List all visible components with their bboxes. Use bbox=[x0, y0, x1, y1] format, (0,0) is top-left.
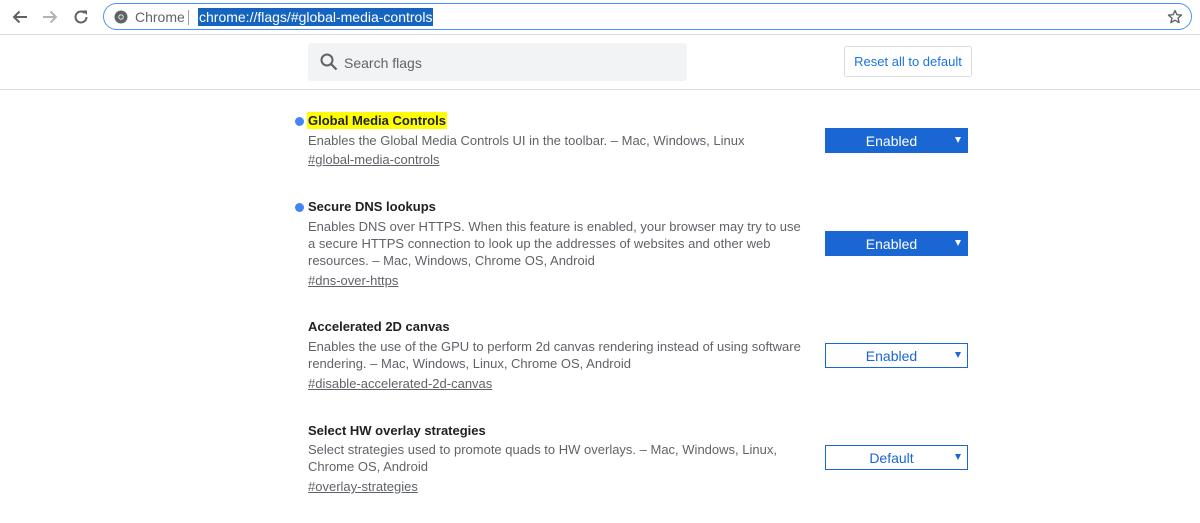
select-value: Enabled bbox=[865, 347, 918, 364]
chrome-logo-icon bbox=[114, 10, 128, 24]
site-name-chip: Chrome bbox=[135, 9, 185, 25]
experiment-permalink[interactable]: #global-media-controls bbox=[308, 151, 440, 168]
modified-indicator-dot bbox=[295, 203, 304, 212]
experiment-title: Global Media Controls bbox=[307, 112, 447, 129]
url-text[interactable]: chrome://flags/#global-media-controls bbox=[198, 8, 434, 26]
back-button[interactable] bbox=[8, 5, 32, 29]
experiment-state-select[interactable]: Enabled bbox=[825, 343, 968, 368]
experiment-description: Select strategies used to promote quads … bbox=[308, 442, 777, 474]
dropdown-caret-icon bbox=[955, 240, 961, 246]
experiment-state-select[interactable]: Enabled bbox=[825, 231, 968, 256]
experiment-title: Accelerated 2D canvas bbox=[308, 319, 450, 334]
dropdown-caret-icon bbox=[955, 352, 961, 358]
experiment-title: Select HW overlay strategies bbox=[308, 423, 486, 438]
back-arrow-icon bbox=[12, 10, 27, 24]
search-icon bbox=[320, 53, 338, 71]
experiment-description: Enables the Global Media Controls UI in … bbox=[308, 133, 745, 148]
experiment-permalink[interactable]: #disable-accelerated-2d-canvas bbox=[308, 375, 492, 392]
dropdown-caret-icon bbox=[955, 454, 961, 460]
reset-all-button[interactable]: Reset all to default bbox=[844, 46, 972, 77]
experiment-description: Enables DNS over HTTPS. When this featur… bbox=[308, 219, 801, 268]
select-value: Default bbox=[869, 449, 914, 466]
forward-button[interactable] bbox=[38, 5, 62, 29]
omnibox-divider bbox=[188, 10, 189, 25]
flags-header: Reset all to default bbox=[0, 35, 1200, 90]
forward-arrow-icon bbox=[43, 10, 58, 24]
experiment-permalink[interactable]: #overlay-strategies bbox=[308, 478, 418, 495]
reload-button[interactable] bbox=[69, 5, 93, 29]
experiment-description: Enables the use of the GPU to perform 2d… bbox=[308, 339, 801, 371]
experiment-state-select[interactable]: Default bbox=[825, 445, 968, 470]
experiment-title: Secure DNS lookups bbox=[308, 199, 436, 214]
search-box[interactable] bbox=[308, 43, 687, 81]
omnibox[interactable]: Chrome chrome://flags/#global-media-cont… bbox=[103, 3, 1192, 30]
reload-icon bbox=[74, 10, 88, 24]
experiment-permalink[interactable]: #dns-over-https bbox=[308, 272, 398, 289]
search-input[interactable] bbox=[342, 49, 676, 77]
experiment-state-select[interactable]: Enabled bbox=[825, 128, 968, 153]
dropdown-caret-icon bbox=[955, 137, 961, 143]
bookmark-star-icon[interactable] bbox=[1167, 9, 1183, 25]
select-value: Enabled bbox=[865, 132, 918, 149]
browser-toolbar: Chrome chrome://flags/#global-media-cont… bbox=[0, 0, 1200, 35]
modified-indicator-dot bbox=[295, 117, 304, 126]
select-value: Enabled bbox=[865, 235, 918, 252]
